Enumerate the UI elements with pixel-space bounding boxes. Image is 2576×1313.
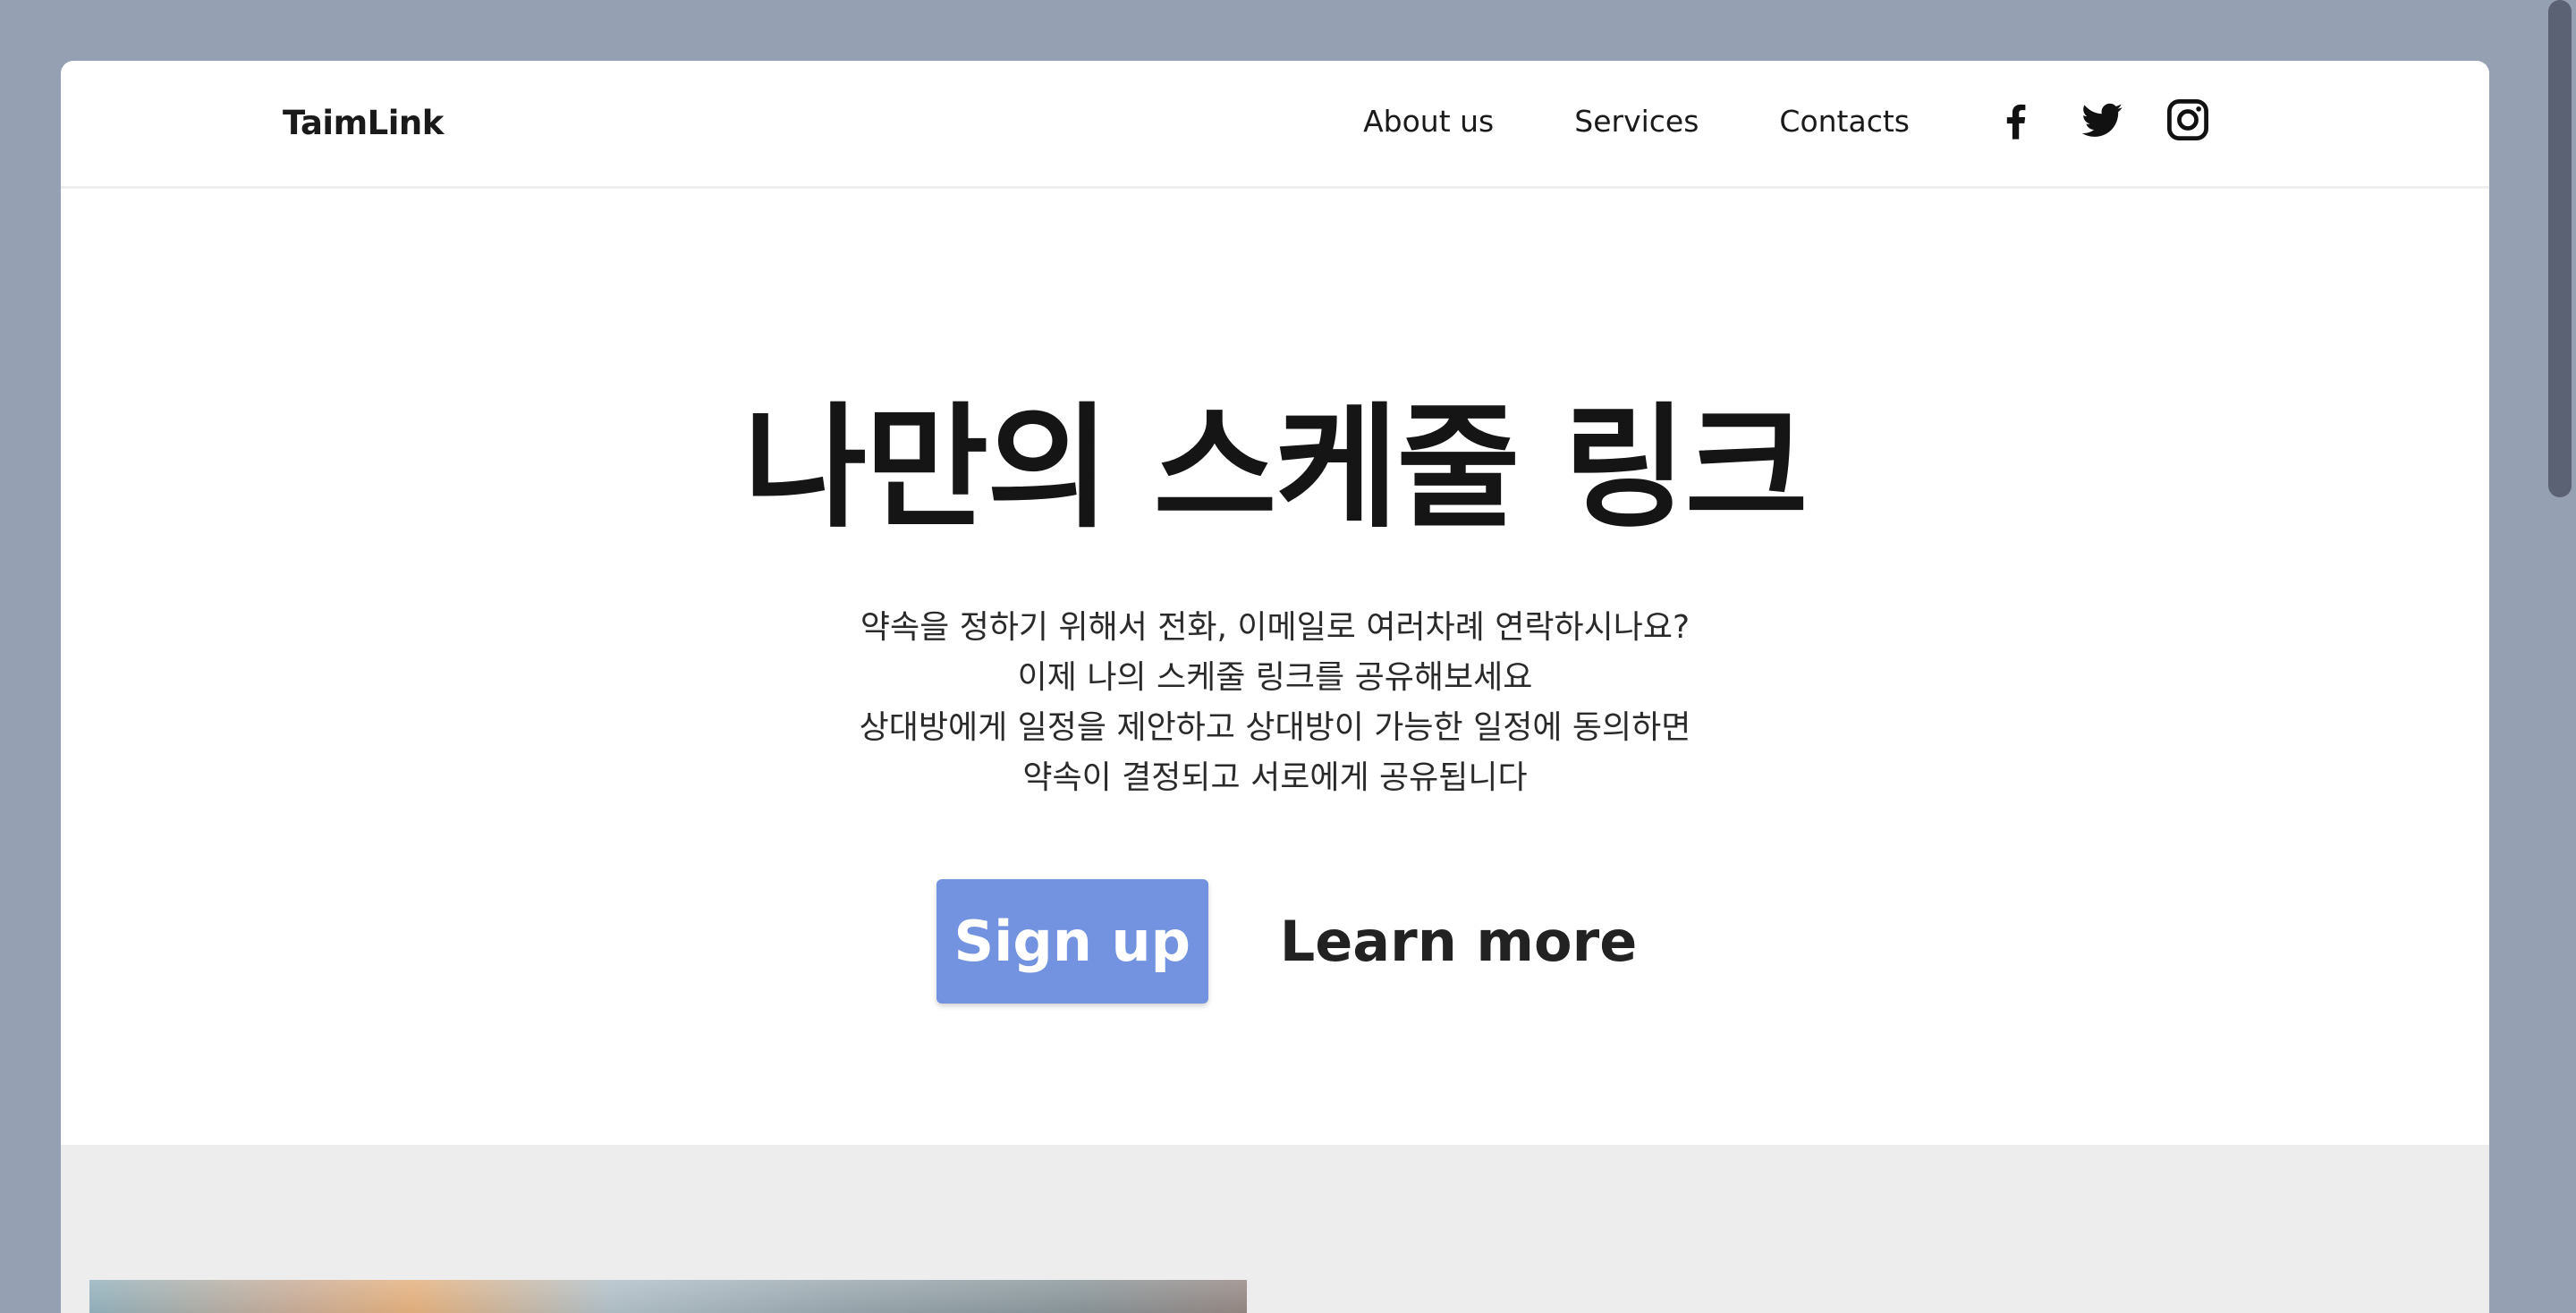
nav-link-services[interactable]: Services [1574, 104, 1699, 139]
sign-up-button[interactable]: Sign up [936, 879, 1208, 1004]
logo[interactable]: TaimLink [283, 104, 444, 142]
nav-link-about-us[interactable]: About us [1363, 104, 1494, 139]
hero-description-line: 약속을 정하기 위해서 전화, 이메일로 여러차례 연락하시나요? [860, 609, 1690, 646]
twitter-icon[interactable] [2079, 97, 2125, 143]
feature-section [61, 1145, 2489, 1313]
social-links [1993, 97, 2211, 143]
hero-description: 약속을 정하기 위해서 전화, 이메일로 여러차례 연락하시나요? 이제 나의 … [61, 603, 2489, 803]
navbar: TaimLink About us Services Contacts [61, 61, 2489, 189]
hero-actions: Sign up Learn more [61, 879, 2489, 1004]
scrollbar-thumb[interactable] [2548, 0, 2572, 497]
hero-section: 나만의 스케줄 링크 약속을 정하기 위해서 전화, 이메일로 여러차례 연락하… [61, 189, 2489, 1206]
landscape-image [89, 1280, 1247, 1313]
hero-description-line: 약속이 결정되고 서로에게 공유됩니다 [1022, 759, 1528, 796]
scrollbar[interactable] [2545, 0, 2576, 1300]
facebook-icon[interactable] [1993, 97, 2039, 143]
learn-more-button[interactable]: Learn more [1280, 909, 1638, 974]
nav-links: About us Services Contacts [1363, 104, 1910, 139]
instagram-icon[interactable] [2165, 97, 2211, 143]
hero-title: 나만의 스케줄 링크 [743, 391, 1808, 546]
hero-description-line: 상대방에게 일정을 제안하고 상대방이 가능한 일정에 동의하면 [859, 709, 1691, 746]
browser-page: TaimLink About us Services Contacts 나만의 … [61, 61, 2489, 1313]
nav-link-contacts[interactable]: Contacts [1779, 104, 1910, 139]
hero-description-line: 이제 나의 스케줄 링크를 공유해보세요 [1017, 659, 1533, 696]
